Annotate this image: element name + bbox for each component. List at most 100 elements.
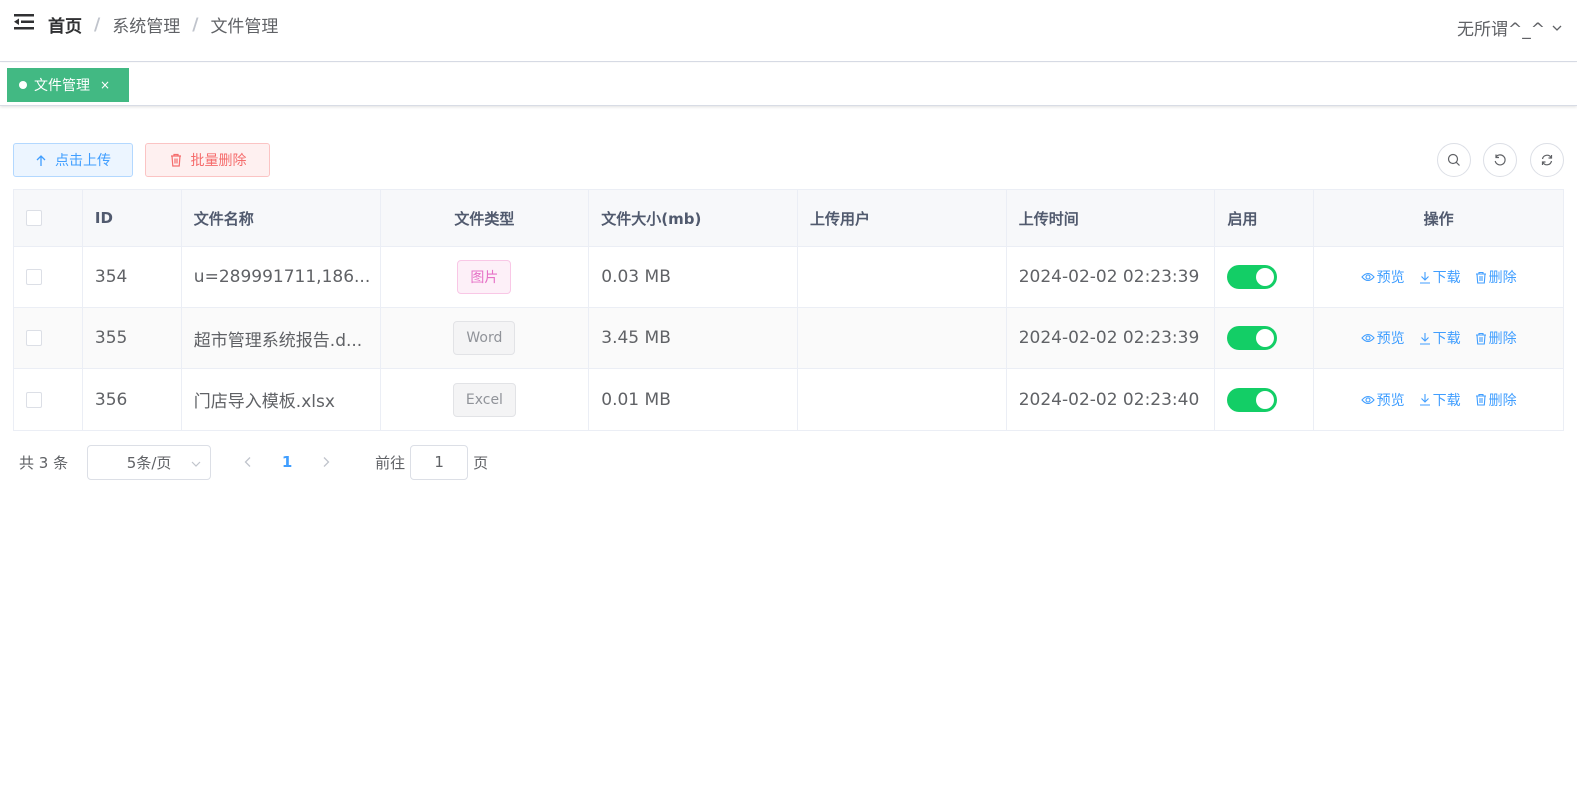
batch-delete-button[interactable]: 批量删除 (145, 143, 270, 177)
row-checkbox[interactable] (26, 391, 42, 408)
enable-switch[interactable] (1227, 387, 1278, 412)
delete-label: 删除 (1488, 392, 1517, 409)
download-label: 下载 (1432, 392, 1461, 409)
file-table: ID 文件名称 文件类型 文件大小(mb) 上传用户 上传时间 启用 操作 35… (13, 189, 1564, 431)
row-select-cell (14, 247, 83, 307)
header-id: ID (83, 190, 182, 246)
search-icon (1447, 153, 1460, 166)
cell-user (798, 247, 1007, 307)
cell-name: u=289991711,186... (182, 247, 381, 307)
refresh-icon (1494, 154, 1506, 166)
chevron-right-icon (323, 457, 330, 467)
columns-toggle-button[interactable] (1530, 143, 1564, 177)
file-type-tag: Word (453, 321, 516, 355)
table-header-row: ID 文件名称 文件类型 文件大小(mb) 上传用户 上传时间 启用 操作 (14, 190, 1563, 247)
download-label: 下载 (1432, 331, 1461, 347)
file-type-tag: 图片 (457, 260, 512, 294)
upload-button-label: 点击上传 (55, 153, 111, 169)
chevron-left-icon (244, 457, 251, 467)
enable-switch[interactable] (1227, 265, 1278, 289)
cell-size: 0.03 MB (589, 247, 798, 307)
pagination-total: 共 3 条 (19, 453, 69, 472)
page-number-current[interactable]: 1 (263, 453, 311, 471)
goto-prefix: 前往 (375, 453, 406, 472)
cell-size: 3.45 MB (589, 308, 798, 368)
batch-delete-button-label: 批量删除 (190, 153, 247, 169)
preview-label: 预览 (1376, 331, 1405, 347)
trash-icon (1475, 393, 1486, 406)
goto-page-input[interactable]: 1 (410, 444, 469, 480)
download-link[interactable]: 下载 (1419, 328, 1461, 348)
cell-type: 图片 (381, 247, 590, 307)
switch-knob (1256, 390, 1275, 409)
trash-icon (169, 153, 183, 167)
header-select-cell (14, 190, 83, 246)
download-link[interactable]: 下载 (1419, 390, 1461, 410)
download-icon (1419, 394, 1430, 406)
pagination: 共 3 条 5条/页 1 前往 1 页 (19, 444, 488, 480)
cell-name: 超市管理系统报告.d... (182, 308, 381, 368)
row-checkbox[interactable] (26, 330, 42, 346)
breadcrumb-separator: / (192, 14, 199, 35)
switch-knob (1256, 329, 1275, 347)
menu-toggle-icon[interactable] (14, 13, 34, 31)
tag-label: 文件管理 (34, 78, 90, 94)
breadcrumb: 首页 / 系统管理 / 文件管理 (48, 12, 278, 38)
cell-time: 2024-02-02 02:23:40 (1007, 369, 1216, 430)
sync-icon (1541, 154, 1553, 166)
header-user: 上传用户 (798, 190, 1007, 246)
prev-page-button[interactable] (233, 447, 263, 477)
trash-icon (1475, 271, 1486, 284)
header-size: 文件大小(mb) (589, 190, 798, 246)
search-toggle-button[interactable] (1437, 143, 1471, 177)
eye-icon (1360, 333, 1375, 343)
delete-link[interactable]: 删除 (1475, 267, 1517, 287)
cell-id: 355 (83, 308, 182, 368)
preview-link[interactable]: 预览 (1360, 328, 1405, 348)
eye-icon (1360, 272, 1375, 282)
tag-close-icon[interactable]: × (100, 78, 110, 92)
eye-icon (1360, 395, 1375, 404)
breadcrumb-system: 系统管理 (112, 17, 181, 37)
cell-name: 门店导入模板.xlsx (182, 369, 381, 430)
refresh-button[interactable] (1483, 143, 1517, 177)
next-page-button[interactable] (311, 447, 341, 477)
cell-size: 0.01 MB (589, 369, 798, 430)
row-checkbox[interactable] (26, 269, 42, 285)
chevron-down-icon (1552, 25, 1562, 31)
tag-file-management[interactable]: 文件管理 × (7, 68, 129, 102)
row-select-cell (14, 369, 83, 430)
user-name: 无所谓^_^ (1457, 20, 1545, 40)
enable-switch[interactable] (1227, 326, 1278, 350)
delete-link[interactable]: 删除 (1475, 328, 1517, 348)
download-link[interactable]: 下载 (1419, 267, 1461, 287)
header-name: 文件名称 (182, 190, 381, 246)
breadcrumb-separator: / (94, 14, 101, 35)
file-type-tag: Excel (452, 382, 516, 417)
user-dropdown[interactable]: 无所谓^_^ (1457, 15, 1563, 40)
preview-link[interactable]: 预览 (1360, 390, 1405, 410)
delete-label: 删除 (1488, 331, 1517, 347)
cell-enable (1215, 369, 1315, 430)
row-select-cell (14, 308, 83, 368)
header-enable: 启用 (1215, 190, 1315, 246)
cell-type: Excel (381, 369, 590, 430)
breadcrumb-home[interactable]: 首页 (48, 12, 82, 37)
cell-type: Word (381, 308, 590, 368)
active-dot-icon (19, 81, 27, 89)
chevron-down-icon (191, 461, 201, 467)
page-size-select[interactable]: 5条/页 (87, 444, 212, 480)
table-row: 354 u=289991711,186... 图片 0.03 MB 2024-0… (14, 247, 1563, 308)
download-label: 下载 (1432, 270, 1461, 286)
upload-button[interactable]: 点击上传 (13, 143, 133, 177)
preview-link[interactable]: 预览 (1360, 267, 1405, 287)
goto-suffix: 页 (473, 453, 489, 472)
header-time: 上传时间 (1007, 190, 1216, 246)
cell-enable (1215, 247, 1315, 307)
delete-link[interactable]: 删除 (1475, 390, 1517, 410)
table-row: 355 超市管理系统报告.d... Word 3.45 MB 2024-02-0… (14, 308, 1563, 369)
goto-page: 前往 1 页 (375, 444, 489, 480)
select-all-checkbox[interactable] (26, 210, 42, 226)
header-type: 文件类型 (381, 190, 590, 246)
header-actions: 操作 (1423, 209, 1454, 228)
